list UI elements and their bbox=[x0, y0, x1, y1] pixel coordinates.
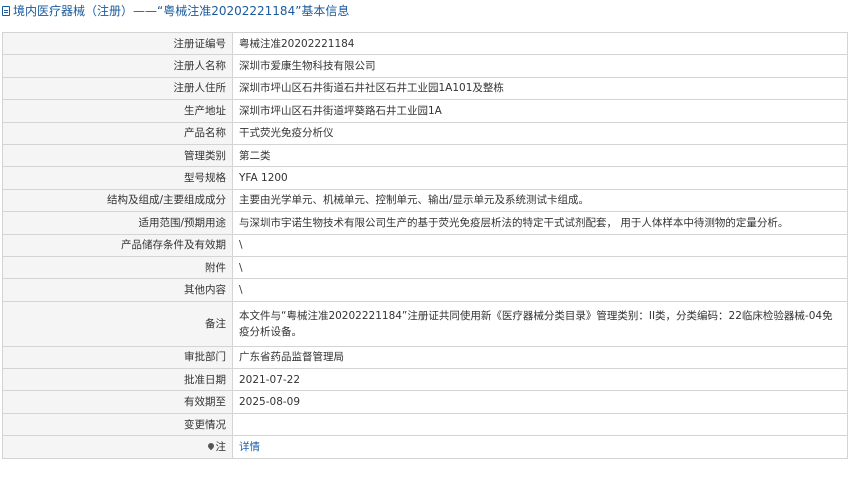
row-value: 2025-08-09 bbox=[232, 390, 848, 414]
row-value: 2021-07-22 bbox=[232, 368, 848, 392]
location-pin-icon bbox=[206, 441, 215, 451]
document-icon bbox=[2, 6, 10, 16]
info-table: 注册证编号 粤械注准20202221184 注册人名称 深圳市爱康生物科技有限公… bbox=[2, 31, 848, 459]
note-value-cell: 详情 bbox=[232, 435, 848, 459]
table-row: 产品名称 干式荧光免疫分析仪 bbox=[2, 121, 848, 145]
table-row: 适用范围/预期用途 与深圳市宇诺生物技术有限公司生产的基于荧光免疫层析法的特定干… bbox=[2, 211, 848, 235]
table-row: 附件 \ bbox=[2, 255, 848, 280]
row-label: 产品名称 bbox=[2, 121, 233, 145]
table-row: 审批部门 广东省药品监督管理局 bbox=[2, 345, 848, 370]
table-row: 生产地址 深圳市坪山区石井街道坪葵路石井工业园1A bbox=[2, 99, 848, 123]
row-value: 广东省药品监督管理局 bbox=[232, 345, 848, 370]
row-label: 型号规格 bbox=[2, 166, 233, 190]
row-value bbox=[232, 412, 848, 437]
details-link[interactable]: 详情 bbox=[239, 441, 260, 453]
table-row: 其他内容 \ bbox=[2, 278, 848, 302]
table-row: 变更情况 bbox=[2, 412, 848, 437]
row-value: 第二类 bbox=[232, 143, 848, 168]
row-label: 注册人名称 bbox=[2, 54, 233, 78]
row-label: 备注 bbox=[2, 300, 233, 347]
row-label: 批准日期 bbox=[2, 368, 233, 392]
row-label: 附件 bbox=[2, 255, 233, 280]
table-row: 管理类别 第二类 bbox=[2, 143, 848, 168]
note-row: 注 详情 bbox=[2, 435, 848, 459]
row-label: 注册人住所 bbox=[2, 76, 233, 101]
table-row: 型号规格 YFA 1200 bbox=[2, 166, 848, 190]
note-label-cell: 注 bbox=[2, 435, 233, 459]
table-row: 备注 本文件与“粤械注准20202221184”注册证共同使用新《医疗器械分类目… bbox=[2, 300, 848, 347]
row-label: 结构及组成/主要组成成分 bbox=[2, 188, 233, 213]
row-value: 本文件与“粤械注准20202221184”注册证共同使用新《医疗器械分类目录》管… bbox=[232, 300, 848, 347]
row-label: 其他内容 bbox=[2, 278, 233, 302]
row-value: YFA 1200 bbox=[232, 166, 848, 190]
table-row: 有效期至 2025-08-09 bbox=[2, 390, 848, 414]
row-value: 深圳市坪山区石井街道坪葵路石井工业园1A bbox=[232, 99, 848, 123]
table-row: 注册证编号 粤械注准20202221184 bbox=[2, 31, 848, 56]
row-value: \ bbox=[232, 255, 848, 280]
row-label: 有效期至 bbox=[2, 390, 233, 414]
page-title-text: 境内医疗器械（注册）——“粤械注准20202221184”基本信息 bbox=[13, 4, 350, 18]
table-row: 批准日期 2021-07-22 bbox=[2, 368, 848, 392]
table-row: 注册人名称 深圳市爱康生物科技有限公司 bbox=[2, 54, 848, 78]
row-value: 与深圳市宇诺生物技术有限公司生产的基于荧光免疫层析法的特定干式试剂配套， 用于人… bbox=[232, 211, 848, 235]
row-value: 干式荧光免疫分析仪 bbox=[232, 121, 848, 145]
row-label: 产品储存条件及有效期 bbox=[2, 233, 233, 257]
note-label: 注 bbox=[215, 440, 227, 453]
row-label: 生产地址 bbox=[2, 99, 233, 123]
row-value: \ bbox=[232, 233, 848, 257]
row-value: \ bbox=[232, 278, 848, 302]
row-label: 适用范围/预期用途 bbox=[2, 211, 233, 235]
row-value: 粤械注准20202221184 bbox=[232, 31, 848, 56]
row-value: 深圳市坪山区石井街道石井社区石井工业园1A101及整栋 bbox=[232, 76, 848, 101]
table-row: 结构及组成/主要组成成分 主要由光学单元、机械单元、控制单元、输出/显示单元及系… bbox=[2, 188, 848, 213]
table-row: 注册人住所 深圳市坪山区石井街道石井社区石井工业园1A101及整栋 bbox=[2, 76, 848, 101]
table-row: 产品储存条件及有效期 \ bbox=[2, 233, 848, 257]
page-title: 境内医疗器械（注册）——“粤械注准20202221184”基本信息 bbox=[0, 0, 850, 22]
row-label: 审批部门 bbox=[2, 345, 233, 370]
row-label: 注册证编号 bbox=[2, 31, 233, 56]
row-value: 主要由光学单元、机械单元、控制单元、输出/显示单元及系统测试卡组成。 bbox=[232, 188, 848, 213]
row-label: 管理类别 bbox=[2, 143, 233, 168]
row-label: 变更情况 bbox=[2, 412, 233, 437]
row-value: 深圳市爱康生物科技有限公司 bbox=[232, 54, 848, 78]
